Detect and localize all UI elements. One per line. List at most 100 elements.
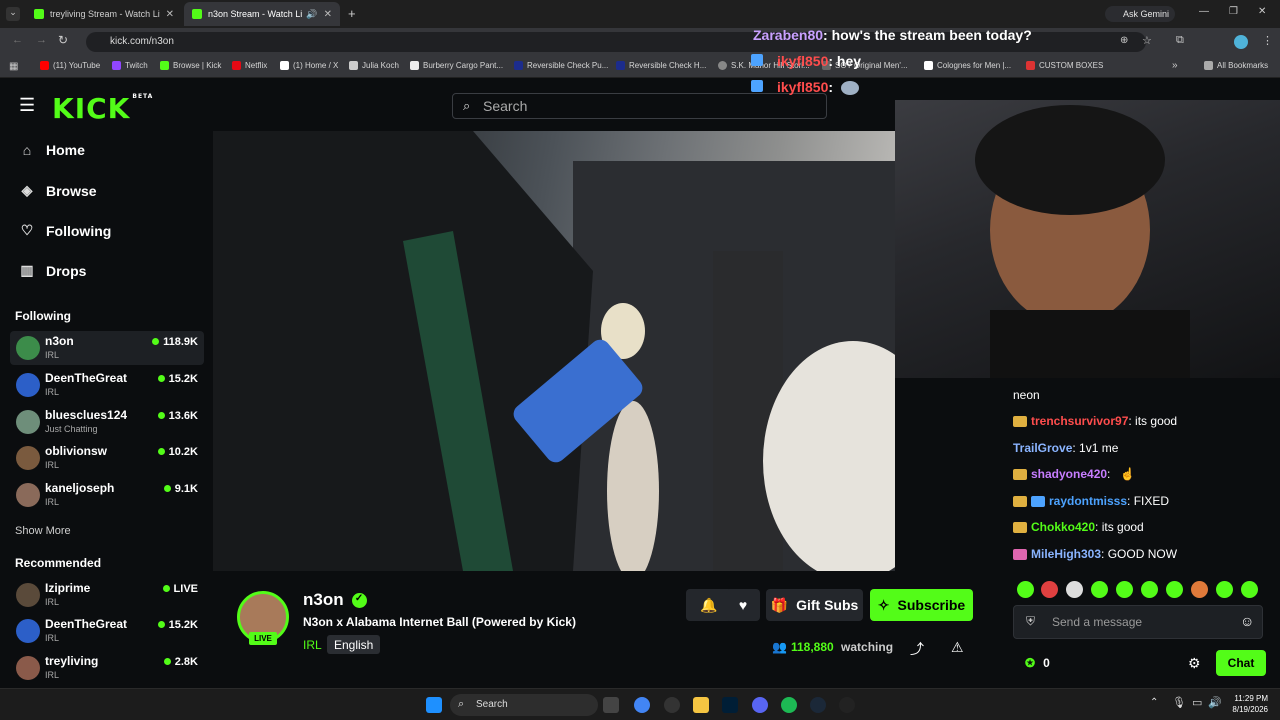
steam-icon[interactable] (810, 697, 826, 713)
emote-icon[interactable] (1141, 581, 1158, 598)
hamburger-menu-icon[interactable]: ☰ (19, 95, 35, 116)
all-bookmarks[interactable]: All Bookmarks (1204, 61, 1268, 70)
recommended-channel-deenthegreat[interactable]: DeenTheGreat IRL 15.2K (10, 614, 204, 648)
bookmark-x[interactable]: (1) Home / X (280, 61, 338, 70)
emoji-picker-icon[interactable]: ☺ (1240, 613, 1254, 629)
emote-icon[interactable] (1216, 581, 1233, 598)
bookmark-reversible-2[interactable]: Reversible Check H... (616, 61, 706, 70)
more-bookmarks-icon[interactable]: » (1172, 60, 1178, 71)
avatar (16, 446, 40, 470)
tab-treyliving[interactable]: treyliving Stream - Watch Live o ✕ (26, 2, 182, 26)
tray-chevron-icon[interactable]: ⌃ (1150, 697, 1158, 708)
apps-grid-icon[interactable]: ▦ (9, 61, 18, 72)
emote-icon[interactable] (1066, 581, 1083, 598)
app-icon[interactable] (839, 697, 855, 713)
points-value: 0 (1043, 656, 1050, 670)
search-input[interactable]: ⌕ Search (452, 93, 827, 119)
tab-search-icon[interactable]: ⌄ (6, 7, 20, 21)
share-icon[interactable]: ⤴ (910, 639, 924, 659)
following-channel-kaneljoseph[interactable]: kaneljoseph IRL 9.1K (10, 478, 204, 512)
recommended-channel-iziprime[interactable]: Iziprime IRL LIVE (10, 578, 204, 612)
follow-button[interactable]: ♥ (726, 589, 760, 621)
bookmark-colognes[interactable]: Colognes for Men |... (924, 61, 1011, 70)
following-channel-n3on[interactable]: n3on IRL 118.9K (10, 331, 204, 365)
category-link[interactable]: IRL (303, 638, 322, 652)
new-tab-button[interactable]: + (348, 6, 356, 21)
subscribe-button[interactable]: ✧ Subscribe (870, 589, 973, 621)
bookmark-burberry[interactable]: Burberry Cargo Pant... (410, 61, 503, 70)
network-icon[interactable]: ▭ (1192, 696, 1202, 709)
close-tab-icon[interactable]: ✕ (166, 9, 174, 20)
viewer-count: 15.2K (158, 373, 198, 385)
bookmark-julia-koch[interactable]: Julia Koch (349, 61, 399, 70)
channel-points[interactable]: ✪ 0 (1025, 656, 1050, 670)
channel-name[interactable]: n3on ✓ (303, 590, 367, 610)
clock[interactable]: 11:29 PM 8/19/2026 (1222, 693, 1268, 715)
bookmark-custom-boxes[interactable]: CUSTOM BOXES (1026, 61, 1103, 70)
ask-gemini-button[interactable]: Ask Gemini (1105, 6, 1175, 22)
chat-message-input[interactable]: ⛨ Send a message ☺ (1013, 605, 1263, 639)
emote-icon[interactable] (1116, 581, 1133, 598)
kick-logo[interactable]: KICK BETA (52, 92, 153, 125)
close-tab-icon[interactable]: ✕ (324, 9, 332, 20)
chat-username[interactable]: Chokko420 (1031, 520, 1095, 534)
windows-start-icon[interactable] (426, 697, 442, 713)
chrome-icon[interactable] (634, 697, 650, 713)
emote-icon[interactable] (1091, 581, 1108, 598)
chat-send-button[interactable]: Chat (1216, 650, 1266, 676)
tab-n3on[interactable]: n3on Stream - Watch Live o 🔊 ✕ (184, 2, 340, 26)
nav-browse[interactable]: ◈ Browse (18, 182, 97, 199)
following-channel-bluesclues124[interactable]: bluesclues124 Just Chatting 13.6K (10, 405, 204, 439)
bookmark-twitch[interactable]: Twitch (112, 61, 148, 70)
bookmark-netflix[interactable]: Netflix (232, 61, 267, 70)
discord-icon[interactable] (752, 697, 768, 713)
chat-username[interactable]: MileHigh303 (1031, 547, 1101, 561)
emote-icon[interactable] (1041, 581, 1058, 598)
volume-icon[interactable]: 🔊 (1208, 696, 1222, 709)
zoom-icon[interactable]: ⊕ (1120, 35, 1128, 46)
chat-username[interactable]: TrailGrove (1013, 441, 1072, 455)
spotify-icon[interactable] (781, 697, 797, 713)
nav-following[interactable]: ♡ Following (18, 222, 112, 239)
profile-avatar[interactable] (1234, 35, 1248, 49)
bookmark-youtube[interactable]: (11) YouTube (40, 61, 100, 70)
forward-icon[interactable]: → (36, 34, 47, 46)
taskbar-search[interactable]: ⌕ Search (450, 694, 598, 716)
chat-text: : FIXED (1127, 494, 1170, 508)
bookmark-kick[interactable]: Browse | Kick (160, 61, 221, 70)
photoshop-icon[interactable] (722, 697, 738, 713)
show-more-link[interactable]: Show More (15, 525, 71, 537)
chat-settings-icon[interactable]: ⚙ (1188, 655, 1201, 672)
channel-category: IRL (45, 497, 60, 507)
nav-drops[interactable]: ▥ Drops (18, 262, 86, 279)
restore-icon[interactable]: ❐ (1229, 6, 1238, 17)
report-icon[interactable]: ⚠ (951, 639, 964, 656)
following-channel-oblivionsw[interactable]: oblivionsw IRL 10.2K (10, 441, 204, 475)
close-window-icon[interactable]: ✕ (1258, 6, 1266, 17)
nav-home[interactable]: ⌂ Home (18, 142, 85, 158)
microphone-icon[interactable]: 🎙 (1172, 696, 1186, 709)
chat-username[interactable]: raydontmisss (1049, 494, 1127, 508)
star-icon[interactable]: ☆ (1142, 34, 1152, 47)
video-player[interactable] (213, 131, 895, 571)
menu-icon[interactable]: ⋮ (1262, 34, 1273, 47)
audio-icon[interactable]: 🔊 (306, 9, 317, 20)
language-tag[interactable]: English (327, 635, 381, 654)
back-icon[interactable]: ← (12, 34, 23, 46)
chat-username[interactable]: shadyone420 (1031, 467, 1107, 481)
emote-icon[interactable] (1241, 581, 1258, 598)
emote-icon[interactable] (1191, 581, 1208, 598)
gift-subs-button[interactable]: 🎁 Gift Subs (766, 589, 863, 621)
task-view-icon[interactable] (603, 697, 619, 713)
app-icon[interactable] (664, 697, 680, 713)
emote-icon[interactable] (1166, 581, 1183, 598)
emote-icon[interactable] (1017, 581, 1034, 598)
chat-username[interactable]: trenchsurvivor97 (1031, 414, 1128, 428)
minimize-icon[interactable]: — (1199, 6, 1209, 17)
following-channel-deenthegreat[interactable]: DeenTheGreat IRL 15.2K (10, 368, 204, 402)
reload-icon[interactable]: ↻ (58, 33, 68, 47)
file-explorer-icon[interactable] (693, 697, 709, 713)
extensions-icon[interactable]: ⧉ (1176, 34, 1184, 47)
bookmark-reversible-1[interactable]: Reversible Check Pu... (514, 61, 608, 70)
recommended-channel-treyliving[interactable]: treyliving IRL 2.8K (10, 651, 204, 685)
